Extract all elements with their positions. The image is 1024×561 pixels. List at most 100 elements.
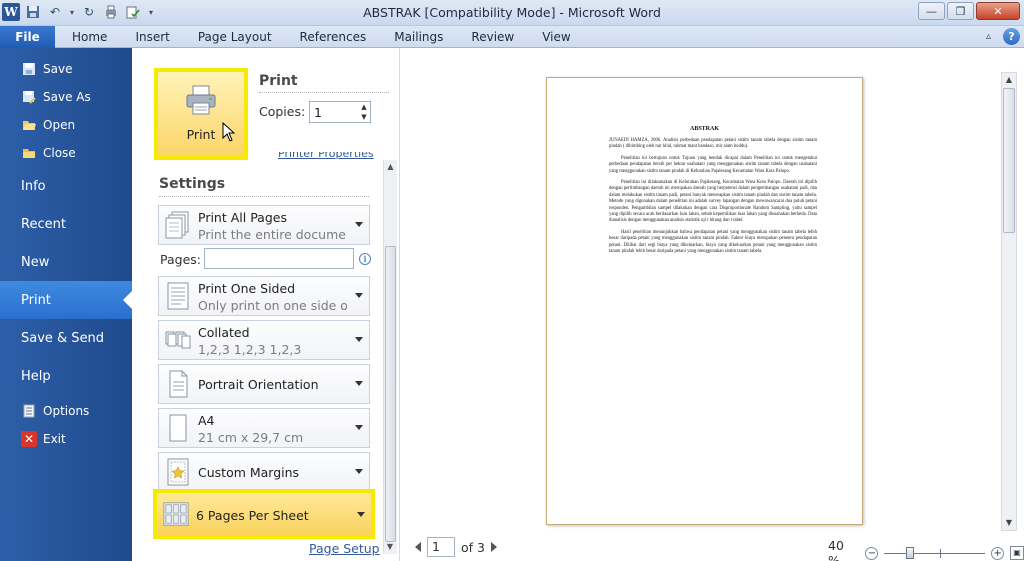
print-preview-area: ABSTRAK JUNAEDI HAMZA, 2006. Analisis pe… (401, 48, 1024, 561)
nav-save-send[interactable]: Save & Send (0, 319, 132, 357)
margins-dropdown[interactable]: Custom Margins (158, 452, 370, 492)
redo-icon[interactable]: ↻ (80, 3, 98, 21)
tab-insert[interactable]: Insert (121, 26, 183, 48)
chevron-down-icon (355, 469, 363, 474)
paper-size-icon (169, 414, 187, 442)
nav-new[interactable]: New (0, 243, 132, 281)
zoom-in-icon[interactable]: + (991, 546, 1005, 560)
tab-mailings[interactable]: Mailings (380, 26, 457, 48)
sides-subtitle: Only print on one side of th... (198, 298, 347, 313)
copies-decrement-icon[interactable]: ▼ (358, 112, 370, 122)
nav-save-label: Save (43, 62, 73, 76)
settings-heading: Settings (159, 176, 226, 192)
sides-dropdown[interactable]: Print One Sided Only print on one side o… (158, 276, 370, 316)
chevron-down-icon (355, 381, 363, 386)
nav-close[interactable]: Close (0, 141, 132, 165)
copies-spin: ▲ ▼ (358, 102, 370, 122)
six-pages-grid-icon (163, 502, 189, 526)
pages-per-sheet-dropdown[interactable]: 6 Pages Per Sheet (153, 489, 375, 539)
ribbon-tabs: Home Insert Page Layout References Maili… (58, 26, 585, 48)
chevron-down-icon (355, 293, 363, 298)
collation-dropdown[interactable]: Collated 1,2,3 1,2,3 1,2,3 (158, 320, 370, 360)
save-as-icon (21, 89, 37, 105)
paper-size-dropdown[interactable]: A4 21 cm x 29,7 cm (158, 408, 370, 448)
collation-title: Collated (198, 325, 250, 340)
page-count-label: of 3 (461, 539, 485, 555)
document-paragraph: Hasil penelitian menunjukkan bahwa penda… (609, 229, 817, 255)
tab-home[interactable]: Home (58, 26, 121, 48)
document-paragraph: Penelitian ini dilaksanakan di Kelurahan… (609, 180, 817, 224)
page-setup-link[interactable]: Page Setup (309, 541, 380, 556)
tab-references[interactable]: References (286, 26, 381, 48)
preview-scrollbar[interactable]: ▲ ▼ (1001, 72, 1017, 531)
print-range-dropdown[interactable]: Print All Pages Print the entire documen… (158, 205, 370, 245)
custom-margins-icon (167, 458, 189, 486)
printer-properties-link[interactable]: Printer Properties (278, 152, 374, 160)
ribbon-minimize-chevron-icon[interactable]: ▵ (980, 28, 997, 45)
copies-stepper[interactable]: 1 ▲ ▼ (309, 101, 371, 123)
close-window-button[interactable]: ✕ (976, 2, 1020, 20)
nav-save-as-label: Save As (43, 90, 91, 104)
undo-dropdown-icon[interactable]: ▾ (68, 3, 76, 21)
print-range-subtitle: Print the entire document (198, 227, 347, 242)
settings-scrollbar[interactable]: ▲ ▼ (383, 160, 397, 554)
info-icon[interactable]: i (359, 253, 371, 265)
maximize-button[interactable]: ❐ (947, 2, 974, 20)
nav-help[interactable]: Help (0, 357, 132, 395)
orientation-title: Portrait Orientation (198, 377, 319, 392)
pages-input[interactable] (204, 248, 354, 269)
nav-open-label: Open (43, 118, 76, 132)
tab-review[interactable]: Review (457, 26, 528, 48)
spelling-icon[interactable] (124, 3, 142, 21)
document-paragraph: Penelitian ini bertujuan untuk Tujuan ya… (609, 155, 817, 174)
minimize-button[interactable]: — (918, 2, 945, 20)
page-navigator: 1 of 3 (415, 537, 497, 557)
zoom-slider-knob[interactable] (906, 546, 915, 559)
zoom-level[interactable]: 40 % (828, 538, 859, 561)
print-preview-icon[interactable] (102, 3, 120, 21)
nav-print[interactable]: Print (0, 281, 132, 319)
nav-options[interactable]: Options (0, 399, 132, 423)
zoom-out-icon[interactable]: − (865, 546, 879, 560)
zoom-slider[interactable] (884, 546, 986, 560)
print-heading: Print (259, 73, 298, 89)
save-icon[interactable] (24, 3, 42, 21)
help-icon[interactable]: ? (1003, 28, 1020, 45)
tab-view[interactable]: View (528, 26, 584, 48)
scroll-down-icon[interactable]: ▼ (384, 540, 396, 554)
chevron-down-icon (355, 222, 363, 227)
tab-page-layout[interactable]: Page Layout (184, 26, 286, 48)
nav-options-label: Options (43, 404, 90, 418)
orientation-dropdown[interactable]: Portrait Orientation (158, 364, 370, 404)
scroll-up-icon[interactable]: ▲ (384, 160, 397, 174)
options-icon (21, 403, 37, 419)
copies-increment-icon[interactable]: ▲ (358, 102, 370, 112)
scroll-thumb[interactable] (385, 246, 396, 542)
next-page-icon[interactable] (490, 542, 497, 552)
nav-save[interactable]: Save (0, 57, 132, 81)
print-button[interactable]: Print (154, 68, 248, 160)
nav-recent[interactable]: Recent (0, 205, 132, 243)
nav-info[interactable]: Info (0, 167, 132, 205)
backstage-nav: Save Save As Open Close Info Recent New … (0, 48, 132, 561)
previous-page-icon[interactable] (415, 542, 421, 552)
portrait-page-icon (169, 370, 188, 398)
window-controls: — ❐ ✕ (918, 2, 1020, 20)
word-app-icon[interactable]: W (2, 3, 20, 21)
close-folder-icon (21, 145, 37, 161)
zoom-to-page-icon[interactable]: ▣ (1010, 546, 1024, 560)
ribbon-tab-row: File Home Insert Page Layout References … (0, 26, 1024, 48)
document-title: ABSTRAK (689, 126, 719, 132)
scroll-down-icon[interactable]: ▼ (1002, 516, 1016, 530)
selected-pointer (123, 291, 132, 309)
customize-qat-icon[interactable]: ▾ (146, 3, 156, 21)
scroll-up-icon[interactable]: ▲ (1002, 73, 1016, 87)
undo-icon[interactable]: ↶ (46, 3, 64, 21)
nav-exit[interactable]: ✕ Exit (0, 427, 132, 451)
nav-open[interactable]: Open (0, 113, 132, 137)
scroll-thumb[interactable] (1003, 88, 1015, 233)
tab-file[interactable]: File (0, 26, 55, 48)
current-page-input[interactable]: 1 (427, 537, 455, 557)
nav-save-as[interactable]: Save As (0, 85, 132, 109)
document-body: JUNAEDI HAMZA, 2006. Analisis perbedaan … (609, 138, 817, 261)
